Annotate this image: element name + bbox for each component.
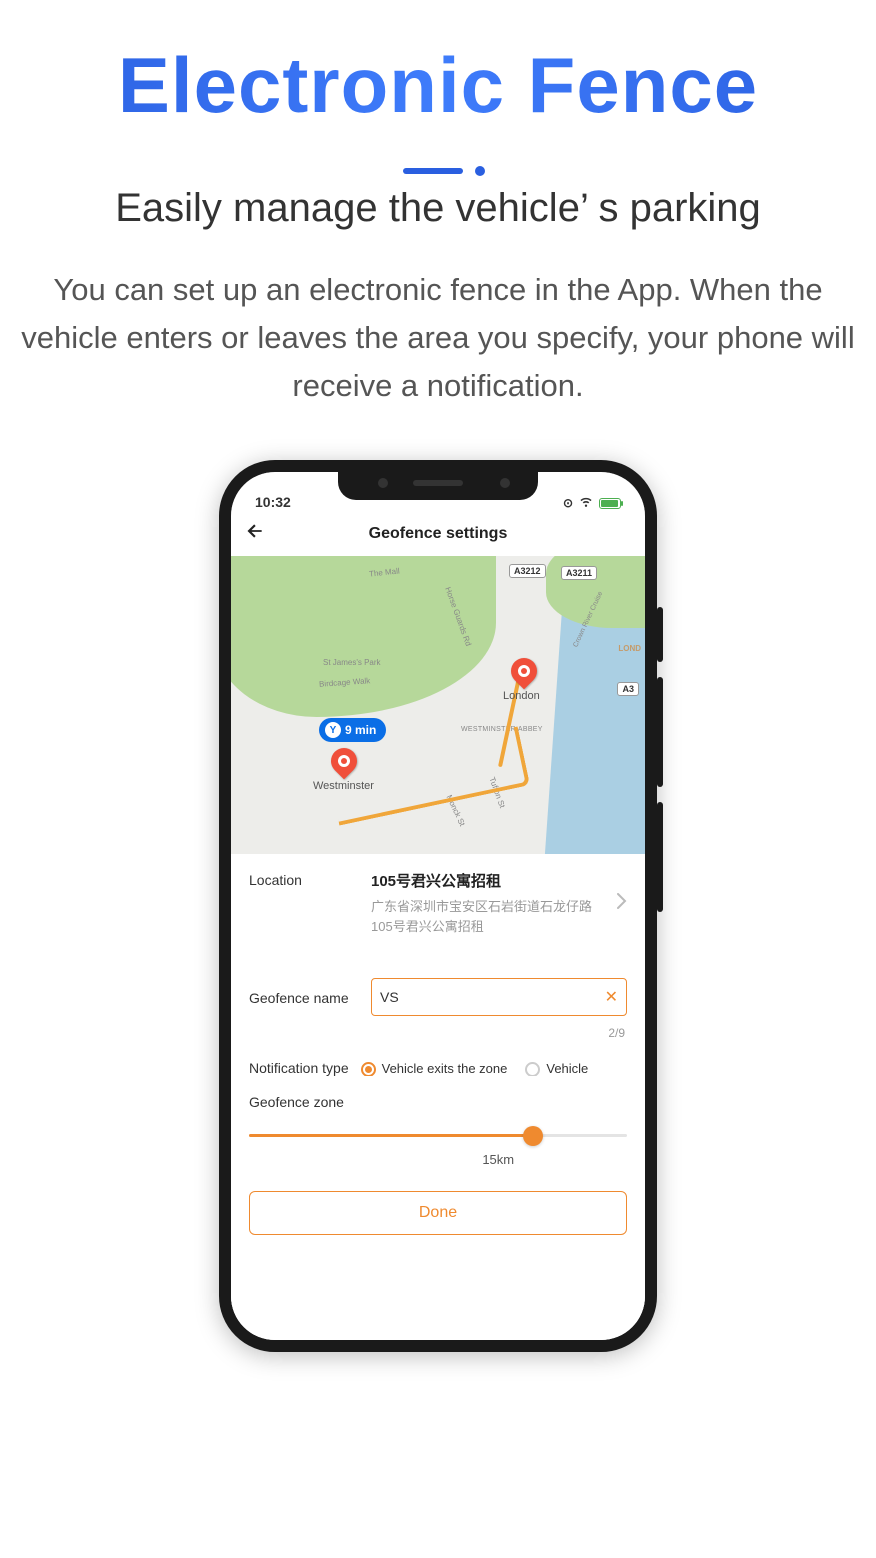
record-icon: ⊙ <box>563 496 573 510</box>
pin-label: London <box>503 690 540 702</box>
radio-exits-label: Vehicle exits the zone <box>382 1061 508 1076</box>
back-button[interactable] <box>245 521 265 547</box>
page-title: Geofence settings <box>231 525 645 543</box>
geofence-name-input[interactable]: VS ✕ <box>371 978 627 1016</box>
done-button[interactable]: Done <box>249 1191 627 1235</box>
location-address: 广东省深圳市宝安区石岩街道石龙仔路105号君兴公寓招租 <box>371 897 607 936</box>
radio-enters[interactable] <box>525 1062 540 1077</box>
hero-title: Electronic Fence <box>0 40 876 131</box>
geofence-zone-section: Geofence zone 15km <box>231 1076 645 1167</box>
geofence-name-row: Geofence name VS ✕ <box>231 962 645 1022</box>
pin-label: Westminster <box>313 780 374 792</box>
location-value: 105号君兴公寓招租 <box>371 870 607 891</box>
location-label: Location <box>249 870 361 888</box>
slider-thumb[interactable] <box>523 1126 543 1146</box>
map-view[interactable]: St James's Park Birdcage Walk Horse Guar… <box>231 556 645 854</box>
battery-icon <box>599 498 621 509</box>
geofence-zone-slider[interactable] <box>249 1124 627 1148</box>
hero-description: You can set up an electronic fence in th… <box>0 266 876 410</box>
park-label: St James's Park <box>323 658 381 667</box>
radio-exits[interactable] <box>361 1062 376 1077</box>
chevron-right-icon <box>617 892 627 915</box>
eta-bubble: Y9 min <box>319 718 386 742</box>
geofence-name-value: VS <box>380 989 399 1005</box>
road-badge: A3211 <box>561 566 597 580</box>
notification-type-row: Notification type Vehicle exits the zone… <box>231 1040 645 1076</box>
location-row[interactable]: Location 105号君兴公寓招租 广东省深圳市宝安区石岩街道石龙仔路105… <box>231 854 645 942</box>
geofence-zone-label: Geofence zone <box>249 1094 627 1110</box>
notification-label: Notification type <box>249 1060 349 1076</box>
hero-subtitle: Easily manage the vehicle’ s parking <box>0 186 876 231</box>
lond-label: LOND <box>618 644 641 653</box>
status-time: 10:32 <box>255 494 291 510</box>
navbar: Geofence settings <box>231 512 645 556</box>
clear-icon[interactable]: ✕ <box>605 987 618 1007</box>
geofence-zone-value: 15km <box>468 1152 528 1167</box>
radio-enters-label: Vehicle <box>546 1061 588 1076</box>
phone-mockup: 10:32 ⊙ Geofence settings St James's Par… <box>219 460 657 1352</box>
road-badge: A3212 <box>509 564 546 578</box>
geofence-name-label: Geofence name <box>249 988 361 1006</box>
map-pin[interactable] <box>506 653 543 690</box>
road-badge: A3 <box>617 682 639 696</box>
wifi-icon <box>579 496 593 510</box>
char-counter: 2/9 <box>231 1022 645 1040</box>
